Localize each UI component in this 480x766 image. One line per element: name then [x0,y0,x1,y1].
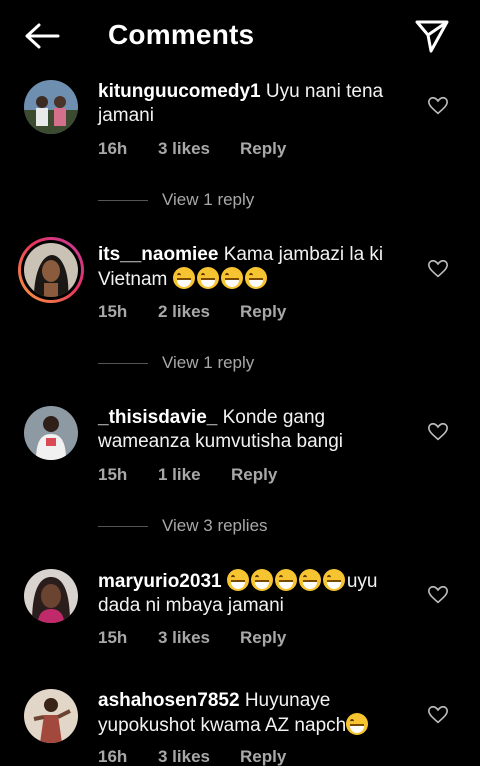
view-replies-label: View 1 reply [162,190,255,209]
page-title: Comments [108,19,255,50]
comment-likes[interactable]: 3 likes [158,747,240,766]
reply-button[interactable]: Reply [231,465,277,485]
grinning-emoji-icon [346,713,369,735]
comment-likes[interactable]: 1 like [158,465,231,485]
heart-icon[interactable] [427,584,449,606]
comment-meta: 16h 3 likes Reply [98,139,286,159]
avatar[interactable] [24,80,78,134]
comment-username[interactable]: _thisisdavie_ [98,407,217,428]
view-replies-label: View 3 replies [162,516,268,535]
grinning-emoji-icon [322,569,345,591]
grinning-emoji-icon [250,569,273,591]
comment-text: its__naomiee Kama jambazi la ki Vietnam [98,243,410,292]
divider [98,525,148,527]
comment-likes[interactable]: 3 likes [158,628,240,648]
heart-icon[interactable] [427,421,449,443]
heart-icon[interactable] [427,95,449,117]
comment-meta: 15h 2 likes Reply [98,302,286,322]
reply-button[interactable]: Reply [240,628,286,648]
comment-text: maryurio2031 uyu dada ni mbaya jamani [98,569,410,618]
comment-text: ashahosen7852 Huyunaye yupokushot kwama … [98,689,410,738]
view-replies-button[interactable]: View 1 reply [98,190,254,210]
grinning-emoji-icon [274,569,297,591]
comment-likes[interactable]: 2 likes [158,302,240,322]
heart-icon[interactable] [427,258,449,280]
comment-time: 16h [98,747,128,766]
reply-button[interactable]: Reply [240,139,286,159]
avatar[interactable] [24,689,78,743]
header: Comments [0,0,480,72]
avatar [24,243,78,297]
arrow-left-icon [25,23,60,49]
avatar[interactable] [24,406,78,460]
grinning-emoji-icon [244,267,267,289]
comment-time: 15h [98,628,128,647]
view-replies-label: View 1 reply [162,353,255,372]
view-replies-button[interactable]: View 1 reply [98,353,254,373]
divider [98,362,148,364]
comment-text: _thisisdavie_ Konde gang wameanza kumvut… [98,406,410,454]
comment-username[interactable]: ashahosen7852 [98,690,240,711]
comment-time: 15h [98,302,128,321]
grinning-emoji-icon [196,267,219,289]
back-button[interactable] [22,18,62,54]
paper-plane-icon [415,20,449,53]
comment-username[interactable]: maryurio2031 [98,571,222,592]
avatar-story-ring[interactable] [18,237,84,303]
send-button[interactable] [412,16,452,56]
comment-likes[interactable]: 3 likes [158,139,240,159]
divider [98,199,148,201]
comment-time: 16h [98,139,128,158]
view-replies-button[interactable]: View 3 replies [98,516,268,536]
comment-username[interactable]: kitunguucomedy1 [98,81,261,102]
grinning-emoji-icon [298,569,321,591]
comment-meta: 15h 3 likes Reply [98,628,286,648]
grinning-emoji-icon [172,267,195,289]
grinning-emoji-icon [220,267,243,289]
comment-time: 15h [98,465,128,484]
grinning-emoji-icon [226,569,249,591]
comment-text: kitunguucomedy1 Uyu nani tena jamani [98,80,410,128]
heart-icon[interactable] [427,704,449,726]
comment-meta: 16h 3 likes Reply [98,747,286,766]
comment-username[interactable]: its__naomiee [98,244,218,265]
reply-button[interactable]: Reply [240,302,286,322]
reply-button[interactable]: Reply [240,747,286,766]
avatar[interactable] [24,569,78,623]
comment-meta: 15h 1 like Reply [98,465,277,485]
